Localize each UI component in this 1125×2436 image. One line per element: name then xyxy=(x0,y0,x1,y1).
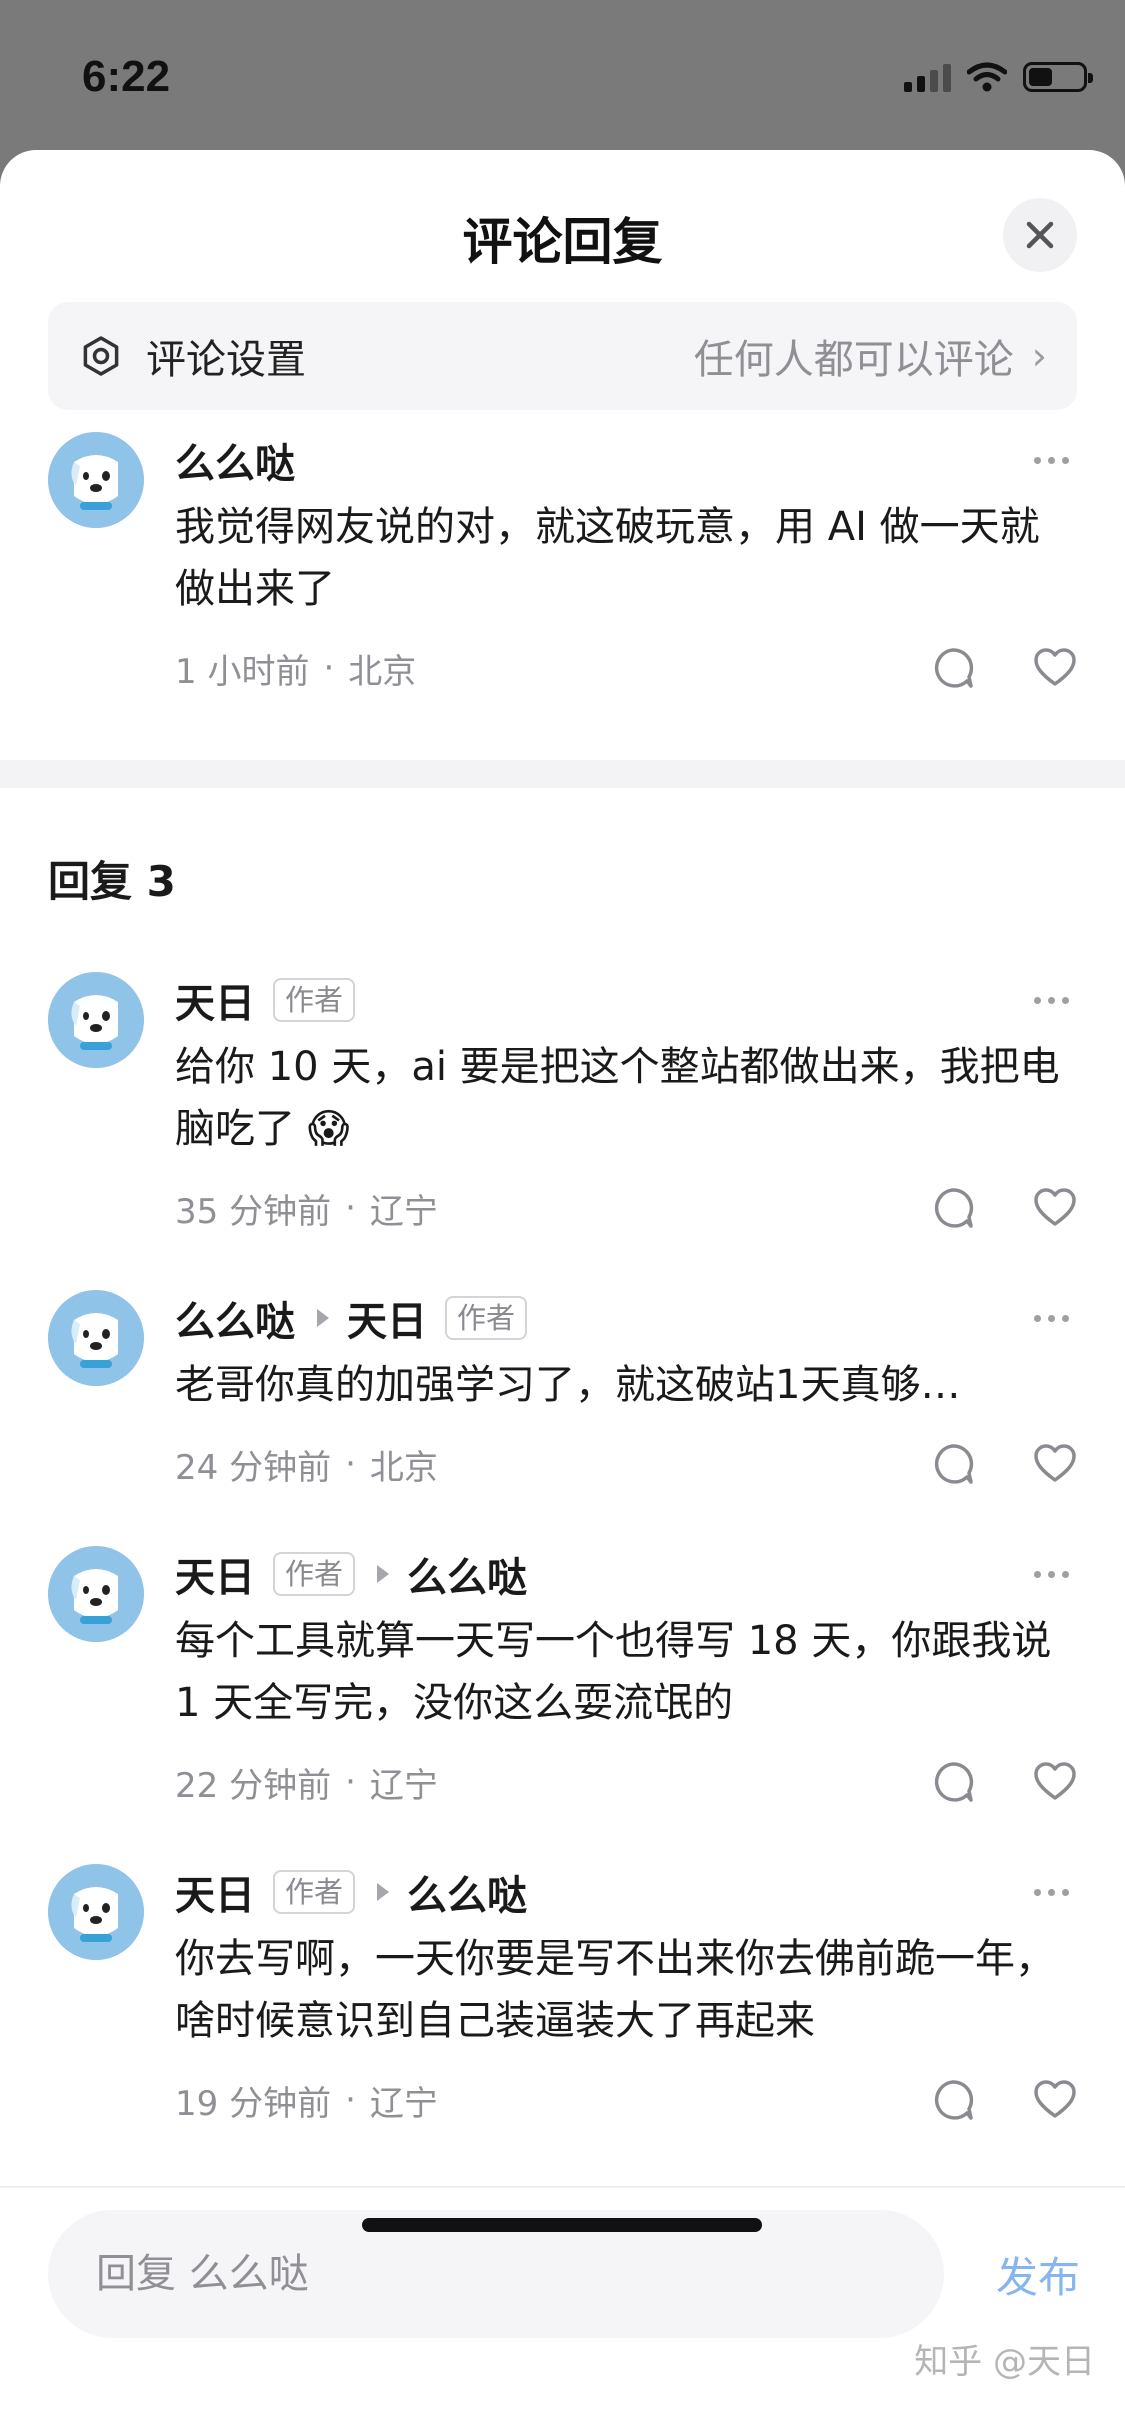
reply-text: 你去写啊，一天你要是写不出来你去佛前跪一年，啥时候意识到自己装逼装大了再起来 xyxy=(175,1936,1055,2044)
reply-text: 老哥你真的加强学习了，就这破站1天真够… xyxy=(175,1362,961,1408)
reply-arrow-icon xyxy=(377,1883,390,1901)
commenter-name[interactable]: 么么哒 xyxy=(175,1289,295,1347)
meta-separator: · xyxy=(345,1188,356,1228)
like-button[interactable] xyxy=(1033,2078,1077,2122)
reply-time: 35 分钟前 xyxy=(175,1191,332,1232)
like-button[interactable] xyxy=(1033,1442,1077,1486)
reply-location: 辽宁 xyxy=(369,1191,438,1232)
reply-button[interactable] xyxy=(931,1186,975,1230)
meta-separator: · xyxy=(345,2080,356,2120)
more-options-icon[interactable] xyxy=(1034,1314,1069,1322)
comment-bubble-icon xyxy=(934,1444,974,1484)
comment-settings-label: 评论设置 xyxy=(146,337,306,383)
close-button[interactable] xyxy=(1003,198,1077,272)
reply-text: 给你 10 天，ai 要是把这个整站都做出来，我把电脑吃了 😱 xyxy=(175,1044,1060,1152)
sheet-title: 评论回复 xyxy=(462,213,663,271)
reply-time: 19 分钟前 xyxy=(175,2083,332,2124)
like-button[interactable] xyxy=(1033,1186,1077,1230)
commenter-name[interactable]: 天日 xyxy=(175,971,255,1029)
wifi-icon xyxy=(967,62,1007,92)
reply-button[interactable] xyxy=(931,2078,975,2122)
comment-bubble-icon xyxy=(934,1762,974,1802)
avatar[interactable] xyxy=(48,1290,144,1386)
commenter-name[interactable]: 么么哒 xyxy=(175,431,295,489)
status-time: 6:22 xyxy=(82,52,171,101)
section-divider xyxy=(0,760,1125,788)
author-badge: 作者 xyxy=(273,1552,356,1596)
meta-separator: · xyxy=(345,1444,356,1484)
replies-count-heading: 回复 3 xyxy=(48,857,176,906)
reply-button[interactable] xyxy=(931,1760,975,1804)
reply-location: 北京 xyxy=(369,1447,438,1488)
heart-icon xyxy=(1034,1762,1076,1800)
reply-to-name[interactable]: 么么哒 xyxy=(407,1545,527,1603)
heart-icon xyxy=(1034,2080,1076,2118)
dog-avatar-icon xyxy=(48,432,144,528)
reply-location: 辽宁 xyxy=(369,1765,438,1806)
reply-location: 辽宁 xyxy=(369,2083,438,2124)
battery-fill xyxy=(1029,68,1053,86)
comment-time: 1 小时前 xyxy=(175,651,310,692)
commenter-name[interactable]: 天日 xyxy=(175,1545,255,1603)
publish-button[interactable]: 发布 xyxy=(996,2244,1080,2305)
like-button[interactable] xyxy=(1033,646,1077,690)
main-comment: 么么哒 我觉得网友说的对，就这破玩意，用 AI 做一天就做出来了 1 小时前 ·… xyxy=(48,432,1077,722)
comment-bubble-icon xyxy=(934,648,974,688)
battery-icon xyxy=(1023,62,1093,92)
heart-icon xyxy=(1034,1444,1076,1482)
reply-arrow-icon xyxy=(377,1565,390,1583)
author-badge: 作者 xyxy=(273,978,356,1022)
dog-avatar-icon xyxy=(48,1864,144,1960)
reply-arrow-icon xyxy=(317,1309,329,1327)
status-bar: 6:22 xyxy=(0,0,1125,150)
meta-separator: · xyxy=(323,648,335,688)
reply-text: 每个工具就算一天写一个也得写 18 天，你跟我说 1 天全写完，没你这么耍流氓的 xyxy=(175,1618,1052,1726)
comment-text: 我觉得网友说的对，就这破玩意，用 AI 做一天就做出来了 xyxy=(175,504,1040,612)
comment-permission-value: 任何人都可以评论 xyxy=(693,337,1014,383)
close-icon xyxy=(1026,221,1054,249)
more-options-icon[interactable] xyxy=(1034,1888,1069,1896)
heart-icon xyxy=(1034,1188,1076,1226)
comment-bubble-icon xyxy=(934,2080,974,2120)
comment-bubble-icon xyxy=(934,1188,974,1228)
comment-reply-sheet: 评论回复 评论设置 任何人都可以评论 › 么么哒 我觉得网友说的对，就这破玩意，… xyxy=(0,150,1125,2436)
cellular-signal-icon xyxy=(904,62,951,92)
more-options-icon[interactable] xyxy=(1034,996,1069,1004)
dog-avatar-icon xyxy=(48,1290,144,1386)
commenter-name[interactable]: 天日 xyxy=(175,1863,255,1921)
author-badge: 作者 xyxy=(445,1296,528,1340)
avatar[interactable] xyxy=(48,1864,144,1960)
dog-avatar-icon xyxy=(48,1546,144,1642)
avatar[interactable] xyxy=(48,1546,144,1642)
heart-icon xyxy=(1034,648,1076,686)
meta-separator: · xyxy=(345,1762,356,1802)
status-icons xyxy=(904,62,1093,92)
reply-time: 24 分钟前 xyxy=(175,1447,332,1488)
like-button[interactable] xyxy=(1033,1760,1077,1804)
reply-button[interactable] xyxy=(931,1442,975,1486)
gear-icon xyxy=(83,336,119,376)
chevron-right-icon: › xyxy=(1031,334,1047,378)
avatar[interactable] xyxy=(48,432,144,528)
reply-time: 22 分钟前 xyxy=(175,1765,332,1806)
reply-button[interactable] xyxy=(931,646,975,690)
dog-avatar-icon xyxy=(48,972,144,1068)
reply-to-name[interactable]: 天日 xyxy=(347,1289,427,1347)
more-options-icon[interactable] xyxy=(1034,1570,1069,1578)
avatar[interactable] xyxy=(48,972,144,1068)
comment-settings-row[interactable]: 评论设置 任何人都可以评论 › xyxy=(48,302,1077,410)
home-indicator xyxy=(362,2218,762,2232)
comment-location: 北京 xyxy=(348,651,417,692)
more-options-icon[interactable] xyxy=(1034,456,1069,464)
reply-to-name[interactable]: 么么哒 xyxy=(407,1863,527,1921)
author-badge: 作者 xyxy=(273,1870,356,1914)
watermark: 知乎 @天日 xyxy=(914,2342,1095,2382)
